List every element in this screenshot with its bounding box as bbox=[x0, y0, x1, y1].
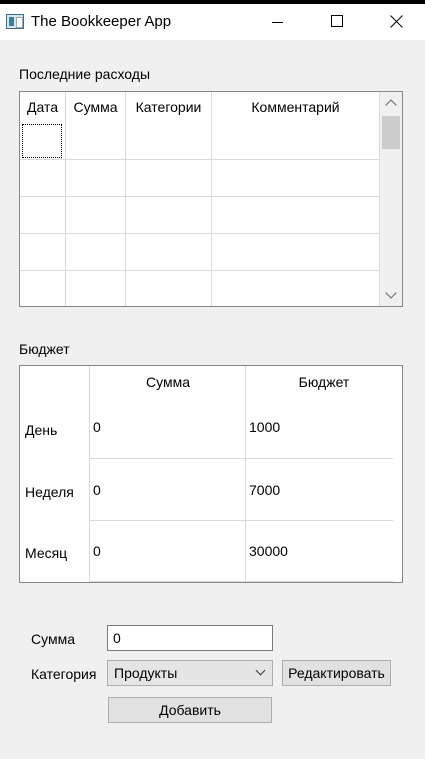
edit-button[interactable]: Редактировать bbox=[282, 660, 391, 686]
table-row bbox=[20, 196, 380, 233]
row-header-day[interactable]: День bbox=[25, 422, 57, 438]
maximize-icon bbox=[331, 15, 343, 27]
table-cell[interactable] bbox=[126, 271, 212, 306]
scroll-up-button[interactable] bbox=[380, 92, 402, 114]
table-cell[interactable] bbox=[20, 160, 66, 196]
table-cell[interactable]: 0 bbox=[93, 543, 101, 559]
column-header-budget[interactable]: Бюджет bbox=[246, 366, 402, 398]
table-cell[interactable] bbox=[212, 234, 380, 270]
table-cell[interactable]: 30000 bbox=[249, 543, 288, 559]
table-cell[interactable] bbox=[20, 197, 66, 233]
table-cell[interactable]: 0 bbox=[93, 419, 101, 435]
scroll-down-button[interactable] bbox=[380, 284, 402, 306]
app-window: The Bookkeeper App Последние расходы Дат… bbox=[0, 4, 425, 759]
budget-table[interactable]: Сумма Бюджет День 0 1000 Неделя 0 7000 М… bbox=[19, 365, 403, 583]
table-cell[interactable] bbox=[212, 160, 380, 196]
column-header-sum[interactable]: Сумма bbox=[90, 366, 246, 398]
table-row bbox=[20, 233, 380, 270]
title-bar[interactable]: The Bookkeeper App bbox=[0, 4, 425, 40]
app-icon bbox=[6, 14, 24, 29]
row-header-week[interactable]: Неделя bbox=[25, 484, 74, 500]
expenses-table[interactable]: Дата Сумма Категории Комментарий bbox=[19, 91, 403, 307]
expenses-section-label: Последние расходы bbox=[19, 66, 151, 82]
chevron-down-icon bbox=[255, 665, 266, 676]
window-title: The Bookkeeper App bbox=[31, 13, 172, 30]
column-header-comment[interactable]: Комментарий bbox=[212, 92, 380, 122]
category-select[interactable]: Продукты bbox=[107, 660, 273, 686]
amount-input[interactable]: 0 bbox=[107, 625, 273, 651]
table-row bbox=[20, 270, 380, 306]
table-row bbox=[20, 122, 380, 159]
close-button[interactable] bbox=[373, 4, 419, 40]
table-cell[interactable] bbox=[20, 234, 66, 270]
grid-line bbox=[89, 581, 393, 582]
table-cell[interactable] bbox=[20, 271, 66, 306]
table-cell[interactable]: 0 bbox=[93, 482, 101, 498]
minimize-button[interactable] bbox=[255, 4, 301, 40]
close-icon bbox=[390, 15, 403, 28]
grid-line bbox=[245, 366, 246, 582]
table-cell[interactable] bbox=[66, 234, 126, 270]
add-button[interactable]: Добавить bbox=[108, 697, 272, 723]
table-cell[interactable] bbox=[126, 122, 212, 159]
table-cell[interactable] bbox=[212, 271, 380, 306]
row-header-month[interactable]: Месяц bbox=[25, 545, 67, 561]
column-header-categories[interactable]: Категории bbox=[126, 92, 212, 122]
expenses-table-header: Дата Сумма Категории Комментарий bbox=[20, 92, 380, 122]
table-cell[interactable] bbox=[126, 197, 212, 233]
maximize-button[interactable] bbox=[314, 4, 360, 40]
budget-section-label: Бюджет bbox=[19, 341, 70, 357]
table-cell[interactable] bbox=[126, 160, 212, 196]
category-label: Категория bbox=[31, 666, 97, 682]
chevron-up-icon bbox=[385, 99, 397, 111]
focus-rectangle bbox=[22, 124, 62, 158]
scrollbar-thumb[interactable] bbox=[382, 116, 400, 149]
grid-line bbox=[89, 366, 90, 582]
table-cell[interactable] bbox=[66, 160, 126, 196]
table-cell[interactable]: 7000 bbox=[249, 482, 280, 498]
table-cell[interactable] bbox=[212, 197, 380, 233]
amount-label: Сумма bbox=[31, 631, 75, 647]
chevron-down-icon bbox=[385, 287, 397, 299]
expenses-table-body bbox=[20, 122, 380, 306]
table-cell[interactable] bbox=[66, 271, 126, 306]
category-selected-value: Продукты bbox=[114, 665, 178, 681]
table-cell[interactable]: 1000 bbox=[249, 419, 280, 435]
table-cell[interactable] bbox=[66, 122, 126, 159]
table-cell[interactable] bbox=[20, 122, 66, 159]
vertical-scrollbar[interactable] bbox=[380, 92, 402, 306]
minimize-icon bbox=[272, 22, 283, 23]
grid-line bbox=[89, 458, 393, 459]
column-header-date[interactable]: Дата bbox=[20, 92, 66, 122]
table-cell[interactable] bbox=[212, 122, 380, 159]
column-header-amount[interactable]: Сумма bbox=[66, 92, 126, 122]
table-cell[interactable] bbox=[126, 234, 212, 270]
grid-line bbox=[89, 520, 393, 521]
table-cell[interactable] bbox=[66, 197, 126, 233]
table-row bbox=[20, 159, 380, 196]
